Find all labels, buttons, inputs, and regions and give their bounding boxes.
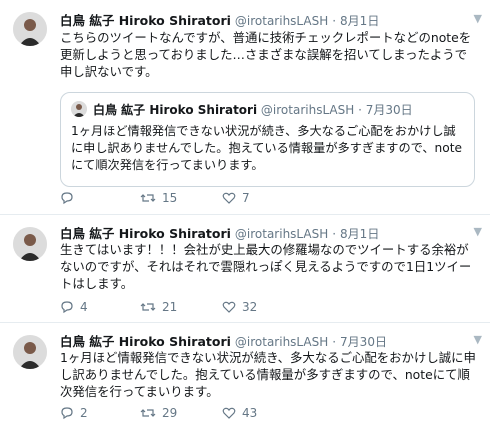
tweet[interactable]: 白鳥 紘子 Hiroko Shiratori @irotarihsLASH · … — [0, 323, 490, 433]
quoted-text: 1ヶ月ほど情報発信できない状況が続き、多大なるご心配をおかけし誠 に申し訳ありま… — [71, 124, 463, 172]
user-handle: @irotarihsLASH — [260, 103, 355, 117]
avatar[interactable] — [13, 335, 47, 369]
avatar[interactable] — [13, 227, 47, 261]
retweet-button[interactable]: 15 — [140, 190, 177, 206]
heart-icon — [222, 301, 236, 313]
retweet-count: 21 — [162, 300, 178, 314]
reply-button[interactable] — [60, 190, 80, 206]
timestamp[interactable]: 8月1日 — [340, 227, 379, 241]
like-count: 7 — [242, 191, 250, 205]
chevron-down-icon[interactable]: ▼ — [474, 333, 482, 346]
retweet-icon — [140, 303, 156, 311]
quoted-header: 白鳥 紘子 Hiroko Shiratori @irotarihsLASH · … — [93, 101, 413, 118]
tweet-text: 生きてはいます！！！会社が史上最大の修羅場なのでツイートする余裕が ないのですが… — [60, 242, 472, 291]
tweet-actions: 15 7 — [60, 190, 440, 206]
reply-icon — [61, 192, 73, 205]
like-button[interactable]: 32 — [222, 299, 257, 315]
quoted-tweet[interactable]: 白鳥 紘子 Hiroko Shiratori @irotarihsLASH · … — [60, 92, 475, 187]
tweet-header: 白鳥 紘子 Hiroko Shiratori @irotarihsLASH · … — [60, 223, 379, 242]
chevron-down-icon[interactable]: ▼ — [474, 12, 482, 25]
timestamp: 7月30日 — [365, 103, 413, 117]
heart-icon — [222, 192, 236, 204]
like-button[interactable]: 43 — [222, 405, 257, 421]
display-name: 白鳥 紘子 Hiroko Shiratori — [93, 103, 258, 117]
user-handle[interactable]: @irotarihsLASH — [235, 335, 328, 349]
user-handle[interactable]: @irotarihsLASH — [235, 14, 328, 28]
retweet-count: 15 — [162, 191, 178, 205]
avatar — [71, 101, 87, 117]
tweet-actions: 4 21 32 — [60, 299, 440, 315]
timestamp[interactable]: 7月30日 — [340, 335, 387, 349]
tweet[interactable]: 白鳥 紘子 Hiroko Shiratori @irotarihsLASH · … — [0, 0, 490, 213]
tweet-actions: 2 29 43 — [60, 405, 440, 421]
tweet-text: こちらのツイートなんですが、普通に技術チェックレポートなどのnoteを 更新しよ… — [60, 30, 472, 79]
reply-count: 4 — [80, 300, 88, 314]
separator: · — [332, 227, 337, 241]
display-name[interactable]: 白鳥 紘子 Hiroko Shiratori — [60, 13, 231, 28]
like-count: 32 — [242, 300, 258, 314]
retweet-icon — [140, 409, 156, 417]
tweet-header: 白鳥 紘子 Hiroko Shiratori @irotarihsLASH · … — [60, 331, 387, 350]
timestamp[interactable]: 8月1日 — [340, 14, 379, 28]
reply-button[interactable]: 4 — [60, 299, 88, 315]
separator: · — [358, 103, 362, 117]
tweet[interactable]: 白鳥 紘子 Hiroko Shiratori @irotarihsLASH · … — [0, 215, 490, 322]
heart-icon — [222, 407, 236, 419]
reply-count: 2 — [80, 406, 88, 420]
retweet-icon — [140, 194, 156, 202]
chevron-down-icon[interactable]: ▼ — [474, 225, 482, 238]
reply-icon — [61, 301, 73, 314]
like-button[interactable]: 7 — [222, 190, 250, 206]
separator: · — [332, 14, 337, 28]
user-handle[interactable]: @irotarihsLASH — [235, 227, 328, 241]
like-count: 43 — [242, 406, 258, 420]
separator: · — [332, 335, 337, 349]
retweet-button[interactable]: 21 — [140, 299, 177, 315]
retweet-button[interactable]: 29 — [140, 405, 177, 421]
display-name[interactable]: 白鳥 紘子 Hiroko Shiratori — [60, 334, 231, 349]
reply-button[interactable]: 2 — [60, 405, 88, 421]
avatar[interactable] — [13, 12, 47, 46]
retweet-count: 29 — [162, 406, 178, 420]
display-name[interactable]: 白鳥 紘子 Hiroko Shiratori — [60, 226, 231, 241]
reply-icon — [61, 407, 73, 420]
tweet-text: 1ヶ月ほど情報発信できない状況が続き、多大なるご心配をおかけし誠に申 し訳ありま… — [60, 350, 476, 399]
tweet-header: 白鳥 紘子 Hiroko Shiratori @irotarihsLASH · … — [60, 10, 379, 29]
